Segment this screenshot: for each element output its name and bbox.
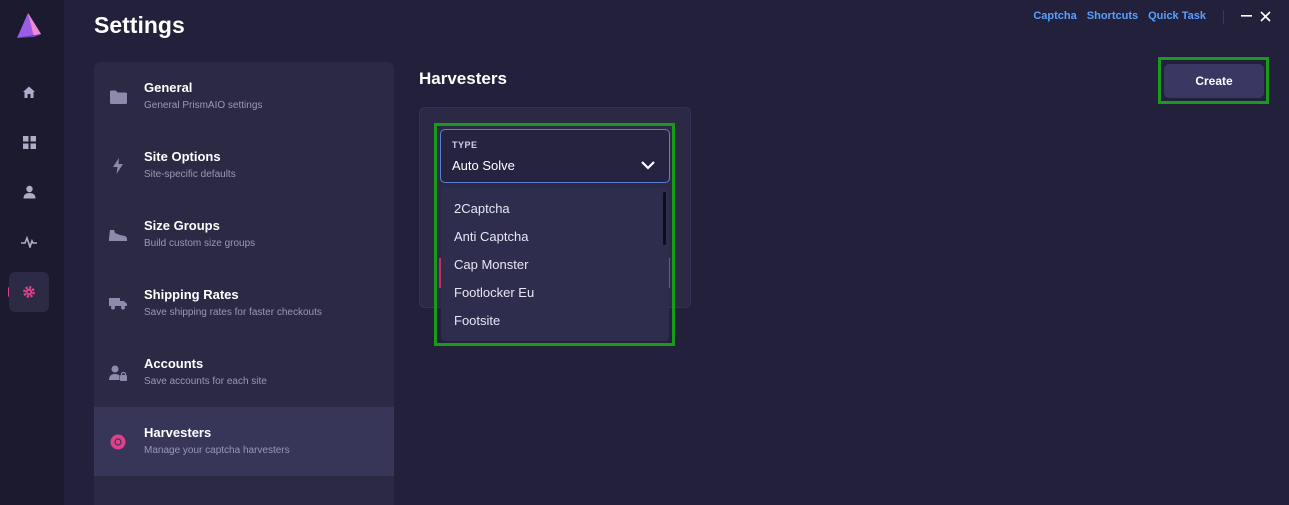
create-button[interactable]: Create	[1164, 64, 1264, 98]
gear-icon	[23, 286, 35, 298]
bolt-icon	[108, 156, 128, 176]
shortcuts-link[interactable]: Shortcuts	[1087, 10, 1138, 22]
menu-item-desc: Save accounts for each site	[144, 376, 267, 387]
chrome-icon	[108, 432, 128, 452]
menu-item-desc: Build custom size groups	[144, 238, 256, 249]
grid-icon	[22, 135, 36, 149]
dropdown-option[interactable]: Anti Captcha	[441, 222, 669, 250]
rail-home[interactable]	[9, 72, 49, 112]
menu-item-title: General	[144, 80, 193, 95]
home-icon	[23, 86, 35, 98]
menu-item-desc: Manage your captcha harvesters	[144, 445, 290, 456]
menu-item-title: Site Options	[144, 149, 221, 164]
minimize-icon	[1240, 15, 1252, 17]
rail-dashboard[interactable]	[9, 122, 49, 162]
section-title: Harvesters	[419, 69, 507, 88]
user-lock-icon	[108, 363, 128, 383]
type-select[interactable]: TYPE Auto Solve	[440, 129, 670, 183]
close-button[interactable]	[1257, 7, 1273, 25]
dropdown-option[interactable]: Cap Monster	[441, 250, 669, 278]
menu-item-size-groups[interactable]: Size Groups Build custom size groups	[94, 200, 394, 269]
prism-logo[interactable]	[14, 10, 44, 40]
top-links: Captcha Shortcuts Quick Task	[1033, 10, 1206, 22]
dropdown-option[interactable]: Footlocker Eu	[441, 278, 669, 306]
menu-item-general[interactable]: General General PrismAIO settings	[94, 62, 394, 131]
nav-rail	[0, 0, 64, 505]
menu-item-desc: Save shipping rates for faster checkouts	[144, 307, 322, 318]
type-dropdown: 2Captcha Anti Captcha Cap Monster Footlo…	[441, 188, 669, 341]
dropdown-scrollbar[interactable]	[663, 192, 666, 245]
menu-item-desc: General PrismAIO settings	[144, 100, 263, 111]
dropdown-option[interactable]: Footsite	[441, 306, 669, 334]
rail-settings[interactable]	[9, 272, 49, 312]
activity-icon	[21, 236, 37, 248]
type-value: Auto Solve	[452, 158, 515, 173]
captcha-link[interactable]: Captcha	[1033, 10, 1076, 22]
close-icon	[1259, 10, 1271, 22]
menu-item-harvesters[interactable]: Harvesters Manage your captcha harvester…	[94, 407, 394, 476]
menu-item-title: Harvesters	[144, 425, 212, 440]
menu-item-title: Size Groups	[144, 218, 220, 233]
user-icon	[23, 185, 35, 199]
menu-item-desc: Site-specific defaults	[144, 169, 236, 180]
chevron-down-icon	[641, 161, 655, 170]
quick-task-link[interactable]: Quick Task	[1148, 10, 1206, 22]
menu-item-title: Accounts	[144, 356, 204, 371]
window-controls-divider	[1223, 10, 1224, 24]
rail-profiles[interactable]	[9, 172, 49, 212]
menu-item-site-options[interactable]: Site Options Site-specific defaults	[94, 131, 394, 200]
menu-item-shipping-rates[interactable]: Shipping Rates Save shipping rates for f…	[94, 269, 394, 338]
minimize-button[interactable]	[1238, 7, 1254, 25]
type-label: TYPE	[452, 140, 478, 150]
folder-icon	[108, 87, 128, 107]
rail-activity[interactable]	[9, 222, 49, 262]
settings-menu: General General PrismAIO settings Site O…	[94, 62, 394, 505]
shoe-icon	[108, 225, 128, 245]
menu-item-title: Shipping Rates	[144, 287, 239, 302]
page-title: Settings	[94, 12, 185, 38]
dropdown-option[interactable]: 2Captcha	[441, 194, 669, 222]
truck-icon	[108, 294, 128, 314]
menu-item-accounts[interactable]: Accounts Save accounts for each site	[94, 338, 394, 407]
